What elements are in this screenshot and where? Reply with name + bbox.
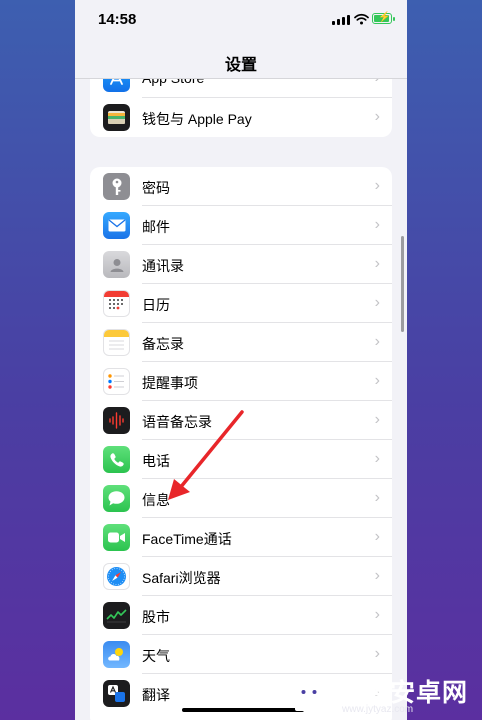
wallet-icon (103, 104, 130, 131)
notes-icon (103, 329, 130, 356)
settings-row-label: 天气 (142, 648, 170, 664)
android-logo-icon (289, 677, 329, 711)
settings-row-reminders[interactable]: 提醒事项 › (90, 362, 392, 401)
chevron-right-icon: › (374, 255, 380, 272)
battery-charging-icon: ⚡ (372, 12, 395, 24)
chevron-right-icon: › (374, 108, 380, 125)
facetime-icon (103, 524, 130, 551)
settings-row-wallet[interactable]: 钱包与 Apple Pay › (90, 98, 392, 137)
settings-row-label: 语音备忘录 (142, 414, 212, 430)
page-title: 设置 (224, 57, 257, 74)
chevron-right-icon: › (374, 489, 380, 506)
chevron-right-icon: › (374, 528, 380, 545)
settings-row-label: 提醒事项 (142, 375, 198, 391)
chevron-right-icon: › (374, 294, 380, 311)
settings-row-messages[interactable]: 信息 › (90, 479, 392, 518)
settings-row-label: 电话 (142, 453, 170, 469)
voice-memos-icon (103, 407, 130, 434)
settings-row-mail[interactable]: 邮件 › (90, 206, 392, 245)
chevron-right-icon: › (374, 450, 380, 467)
watermark-name: 天源安卓网 (338, 678, 469, 707)
chevron-right-icon: › (374, 333, 380, 350)
settings-row-label: 信息 (142, 492, 170, 508)
settings-row-notes[interactable]: 备忘录 › (90, 323, 392, 362)
wifi-icon (354, 13, 369, 25)
settings-row-label: 密码 (142, 180, 170, 196)
settings-row-voice-memos[interactable]: 语音备忘录 › (90, 401, 392, 440)
settings-row-contacts[interactable]: 通讯录 › (90, 245, 392, 284)
navigation-bar: 设置 (75, 40, 407, 79)
chevron-right-icon: › (374, 216, 380, 233)
calendar-icon (103, 290, 130, 317)
chevron-right-icon: › (374, 645, 380, 662)
site-watermark: 天源安卓网 www.jytyaz.com (286, 666, 482, 720)
settings-row-facetime[interactable]: FaceTime通话 › (90, 518, 392, 557)
mail-icon (103, 212, 130, 239)
key-icon (103, 173, 130, 200)
chevron-right-icon: › (374, 177, 380, 194)
settings-row-label: 邮件 (142, 219, 170, 235)
settings-row-passwords[interactable]: 密码 › (90, 167, 392, 206)
watermark-url: www.jytyaz.com (342, 704, 414, 715)
stocks-icon (103, 602, 130, 629)
settings-row-label: Safari浏览器 (142, 570, 221, 586)
weather-icon (103, 641, 130, 668)
settings-screen: App Store › 钱包与 Apple Pay › 密码 › 邮件 (75, 0, 407, 720)
scroll-indicator[interactable] (401, 236, 404, 332)
settings-row-label: 日历 (142, 297, 170, 313)
settings-row-safari[interactable]: Safari浏览器 › (90, 557, 392, 596)
status-bar: 14:58 ⚡ (75, 0, 407, 40)
settings-row-label: 钱包与 Apple Pay (142, 111, 252, 127)
translate-icon (103, 680, 130, 707)
chevron-right-icon: › (374, 411, 380, 428)
contacts-icon (103, 251, 130, 278)
settings-row-stocks[interactable]: 股市 › (90, 596, 392, 635)
settings-row-label: 备忘录 (142, 336, 184, 352)
settings-group-apps: 密码 › 邮件 › 通讯录 › 日历 › 备忘录 › 提醒事项 › 语音备忘录 … (90, 167, 392, 720)
reminders-icon (103, 368, 130, 395)
settings-row-phone[interactable]: 电话 › (90, 440, 392, 479)
chevron-right-icon: › (374, 567, 380, 584)
chevron-right-icon: › (374, 606, 380, 623)
settings-row-calendar[interactable]: 日历 › (90, 284, 392, 323)
messages-icon (103, 485, 130, 512)
settings-row-label: 通讯录 (142, 258, 184, 274)
settings-row-label: 股市 (142, 609, 170, 625)
cellular-signal-icon (332, 15, 350, 25)
settings-row-label: 翻译 (142, 687, 170, 703)
safari-icon (103, 563, 130, 590)
chevron-right-icon: › (374, 372, 380, 389)
settings-row-label: FaceTime通话 (142, 531, 232, 547)
status-time: 14:58 (98, 11, 137, 28)
phone-icon (103, 446, 130, 473)
